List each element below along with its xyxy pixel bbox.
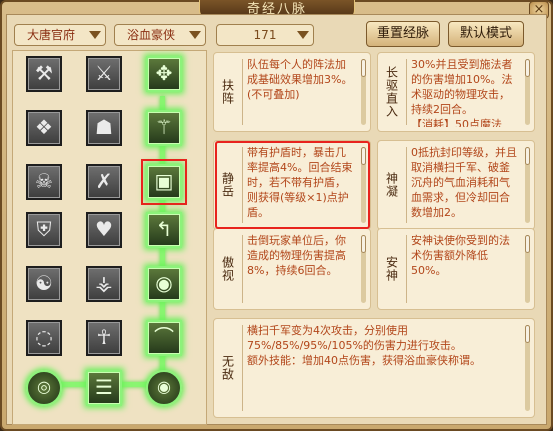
scroll-thumb[interactable] xyxy=(361,59,366,77)
hook-icon[interactable]: ↰ xyxy=(146,212,182,248)
core-icon[interactable]: ◉ xyxy=(146,370,182,406)
card-name: 无敌 xyxy=(220,355,235,381)
card-scrollbar[interactable] xyxy=(361,235,366,303)
card-name: 神凝 xyxy=(384,172,399,198)
card-description: 击倒玩家单位后，你造成的物理伤害提高8%，持续6回合。 xyxy=(247,233,356,305)
card-name: 安神 xyxy=(384,256,399,282)
card-scrollbar[interactable] xyxy=(525,59,530,125)
card-text: 队伍每个人的阵法加成基础效果增加3%。(不可叠加) xyxy=(247,58,353,101)
stone-icon[interactable]: ☗ xyxy=(86,110,122,146)
meridian-card[interactable]: 神凝 0抵抗封印等级，并且取消横扫千军、破釜沉舟的气血消耗和气血需求，但冷却回合数… xyxy=(377,140,535,230)
card-description: 横扫千军变为4次攻击，分别使用75%/85%/95%/105%的伤害力进行攻击。… xyxy=(247,323,520,413)
meridian-card[interactable]: 安神 安神诀使你受到的法术伤害额外降低50%。 xyxy=(377,228,535,310)
card-description: 安神诀使你受到的法术伤害额外降低50%。 xyxy=(411,233,520,305)
sword-icon[interactable]: ⚔ xyxy=(86,56,122,92)
rune-icon[interactable]: ☰ xyxy=(86,370,122,406)
scroll-thumb[interactable] xyxy=(525,325,530,343)
card-name: 静岳 xyxy=(220,172,235,198)
card-text: 安神诀使你受到的法术伤害额外降低50%。 xyxy=(411,234,510,277)
spear-icon[interactable]: ⚶ xyxy=(86,266,122,302)
figure-icon[interactable]: ☥ xyxy=(86,320,122,356)
card-description: 带有护盾时，暴击几率提高4%。回合结束时，若不带有护盾，则获得(等级×1)点护盾… xyxy=(247,145,356,225)
scroll-thumb[interactable] xyxy=(525,235,530,253)
eagle-icon[interactable]: ⚒ xyxy=(26,56,62,92)
card-divider xyxy=(242,325,243,411)
card-text: 30%并且受到施法者的伤害增加10%。法术驱动的物理攻击，持续2回合。 xyxy=(411,58,513,116)
card-scrollbar[interactable] xyxy=(361,147,366,223)
scroll-thumb[interactable] xyxy=(525,59,530,77)
default-mode-button[interactable]: 默认模式 xyxy=(448,21,524,47)
shield-icon[interactable]: ⛨ xyxy=(26,212,62,248)
orb-icon[interactable]: ◎ xyxy=(26,370,62,406)
school-dropdown[interactable]: 浴血豪侠 xyxy=(114,24,206,46)
glyph-icon[interactable]: ❖ xyxy=(26,110,62,146)
card-text: 横扫千军变为4次攻击，分别使用75%/85%/95%/105%的伤害力进行攻击。 xyxy=(247,324,462,352)
card-extra: 【消耗】50点魔法 xyxy=(411,118,502,127)
chevron-down-icon xyxy=(189,31,201,39)
card-divider xyxy=(242,147,243,223)
sect-label: 大唐官府 xyxy=(27,28,76,42)
meridian-card[interactable]: 扶阵 队伍每个人的阵法加成基础效果增加3%。(不可叠加) xyxy=(213,52,371,132)
bamboo-icon[interactable]: ⚚ xyxy=(146,110,182,146)
eye-icon[interactable]: ◉ xyxy=(146,266,182,302)
card-divider xyxy=(406,235,407,303)
school-label: 浴血豪侠 xyxy=(127,28,176,42)
card-scrollbar[interactable] xyxy=(525,325,530,411)
card-name: 傲视 xyxy=(220,256,235,282)
card-text: 0抵抗封印等级，并且取消横扫千军、破釜沉舟的气血消耗和气血需求，但冷却回合数增加… xyxy=(411,146,517,219)
seal-icon[interactable]: ▣ xyxy=(141,159,187,205)
meridian-card[interactable]: 无敌 横扫千军变为4次攻击，分别使用75%/85%/95%/105%的伤害力进行攻… xyxy=(213,318,535,418)
card-divider xyxy=(406,147,407,223)
mask-icon[interactable]: ☯ xyxy=(26,266,62,302)
card-description: 队伍每个人的阵法加成基础效果增加3%。(不可叠加) xyxy=(247,57,356,127)
heart-icon[interactable]: ♥ xyxy=(86,212,122,248)
card-extra: 额外技能：增加40点伤害，获得浴血豪侠称谓。 xyxy=(247,354,481,367)
battle-icon[interactable]: ✥ xyxy=(146,56,182,92)
scroll-thumb[interactable] xyxy=(525,147,530,165)
card-divider xyxy=(242,235,243,303)
card-name: 长驱直入 xyxy=(384,66,399,118)
card-description: 0抵抗封印等级，并且取消横扫千军、破釜沉舟的气血消耗和气血需求，但冷却回合数增加… xyxy=(411,145,520,225)
points-value: 171 xyxy=(253,28,277,42)
scroll-thumb[interactable] xyxy=(361,147,366,165)
arc-icon[interactable]: ⌒ xyxy=(146,320,182,356)
card-scrollbar[interactable] xyxy=(525,235,530,303)
chevron-down-icon xyxy=(297,31,309,39)
card-divider xyxy=(406,59,407,125)
card-text: 击倒玩家单位后，你造成的物理伤害提高8%，持续6回合。 xyxy=(247,234,346,277)
meridian-card[interactable]: 傲视 击倒玩家单位后，你造成的物理伤害提高8%，持续6回合。 xyxy=(213,228,371,310)
chevron-down-icon xyxy=(89,31,101,39)
card-name: 扶阵 xyxy=(220,79,235,105)
card-text: 带有护盾时，暴击几率提高4%。回合结束时，若不带有护盾，则获得(等级×1)点护盾… xyxy=(247,146,353,219)
scroll-thumb[interactable] xyxy=(361,235,366,253)
sect-dropdown[interactable]: 大唐官府 xyxy=(14,24,106,46)
meridian-card[interactable]: 静岳 带有护盾时，暴击几率提高4%。回合结束时，若不带有护盾，则获得(等级×1)点… xyxy=(213,140,371,230)
card-description: 30%并且受到施法者的伤害增加10%。法术驱动的物理攻击，持续2回合。【消耗】5… xyxy=(411,57,520,127)
face-icon[interactable]: ☠ xyxy=(26,164,62,200)
crossed-sword-icon[interactable]: ✗ xyxy=(86,164,122,200)
points-dropdown[interactable]: 171 xyxy=(216,24,314,46)
card-scrollbar[interactable] xyxy=(525,147,530,223)
reset-meridians-button[interactable]: 重置经脉 xyxy=(366,21,440,47)
card-divider xyxy=(242,59,243,125)
meridian-card[interactable]: 长驱直入 30%并且受到施法者的伤害增加10%。法术驱动的物理攻击，持续2回合。【… xyxy=(377,52,535,132)
ring-icon[interactable]: ◌ xyxy=(26,320,62,356)
card-scrollbar[interactable] xyxy=(361,59,366,125)
